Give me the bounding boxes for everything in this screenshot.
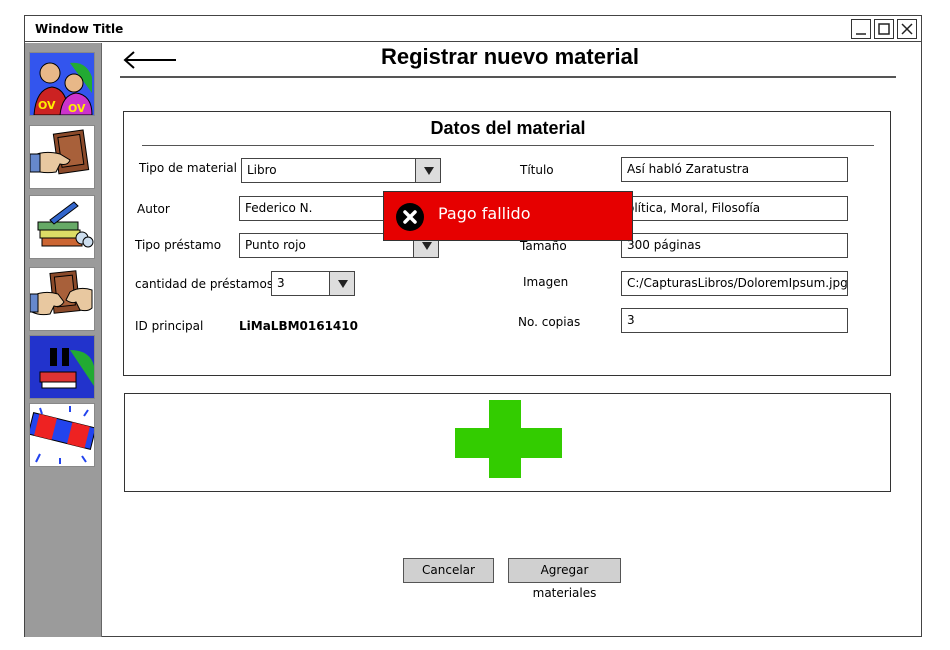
toast-message: Pago fallido: [438, 204, 531, 223]
cantidad-value: 3: [277, 276, 285, 290]
tamano-input[interactable]: 300 páginas: [621, 233, 848, 258]
error-toast: Pago fallido: [383, 191, 633, 241]
imagen-label: Imagen: [523, 275, 569, 289]
sidebar-item-catalog[interactable]: [29, 195, 95, 259]
title-divider: [120, 76, 896, 78]
tipo-material-value: Libro: [247, 163, 277, 177]
sidebar: OV OV: [25, 43, 102, 637]
dropdown-arrow-icon[interactable]: [415, 159, 440, 182]
maximize-icon: [878, 23, 890, 35]
tipo-prestamo-value: Punto rojo: [245, 238, 306, 252]
book-stack-icon: [37, 201, 94, 248]
back-arrow-icon[interactable]: [122, 48, 178, 72]
titulo-input[interactable]: Así habló Zaratustra: [621, 157, 848, 182]
dropdown-arrow-icon[interactable]: [329, 272, 354, 295]
cantidad-label: cantidad de préstamos: [135, 277, 274, 291]
section-divider: [142, 145, 874, 146]
imagen-input[interactable]: C:/CapturasLibros/DoloremIpsum.jpg: [621, 271, 848, 296]
add-plus-icon-bar[interactable]: [455, 428, 562, 458]
people-icon: OV OV: [30, 53, 94, 115]
tipo-prestamo-label: Tipo préstamo: [135, 238, 222, 252]
page-title: Registrar nuevo material: [381, 44, 639, 69]
categorias-input[interactable]: olítica, Moral, Filosofía: [621, 196, 848, 221]
autor-label: Autor: [137, 202, 170, 216]
book-handover-icon: [30, 270, 93, 316]
svg-text:OV: OV: [38, 99, 56, 112]
section-title: Datos del material: [430, 118, 586, 138]
id-principal-value: LiMaLBM0161410: [239, 319, 358, 333]
window-title: Window Title: [35, 22, 124, 36]
close-button[interactable]: [897, 19, 917, 39]
sidebar-item-loans[interactable]: [29, 267, 95, 331]
add-materials-button[interactable]: Agregar materiales: [508, 558, 621, 600]
pause-book-icon: [30, 336, 94, 398]
maximize-button[interactable]: [874, 19, 894, 39]
id-principal-label: ID principal: [135, 319, 204, 333]
sidebar-item-alerts[interactable]: [29, 403, 95, 467]
copias-label: No. copias: [518, 315, 581, 329]
minimize-button[interactable]: [851, 19, 871, 39]
alert-siren-icon: [30, 406, 94, 464]
tipo-material-label: Tipo de material: [139, 161, 237, 175]
cantidad-select[interactable]: 3: [271, 271, 355, 296]
tamano-label: Tamaño: [520, 239, 567, 253]
minimize-icon: [856, 33, 866, 35]
sidebar-item-suspend[interactable]: [29, 335, 95, 399]
svg-text:OV: OV: [68, 102, 86, 115]
cancel-button[interactable]: Cancelar: [403, 558, 494, 583]
close-icon: [901, 23, 913, 35]
sidebar-item-users[interactable]: OV OV: [29, 52, 95, 116]
error-x-icon[interactable]: [395, 202, 425, 232]
titulo-label: Título: [520, 163, 554, 177]
sidebar-item-returns[interactable]: [29, 125, 95, 189]
tipo-material-select[interactable]: Libro: [241, 158, 441, 183]
book-return-icon: [30, 129, 90, 175]
copias-input[interactable]: 3: [621, 308, 848, 333]
title-bar: Window Title: [25, 16, 921, 42]
